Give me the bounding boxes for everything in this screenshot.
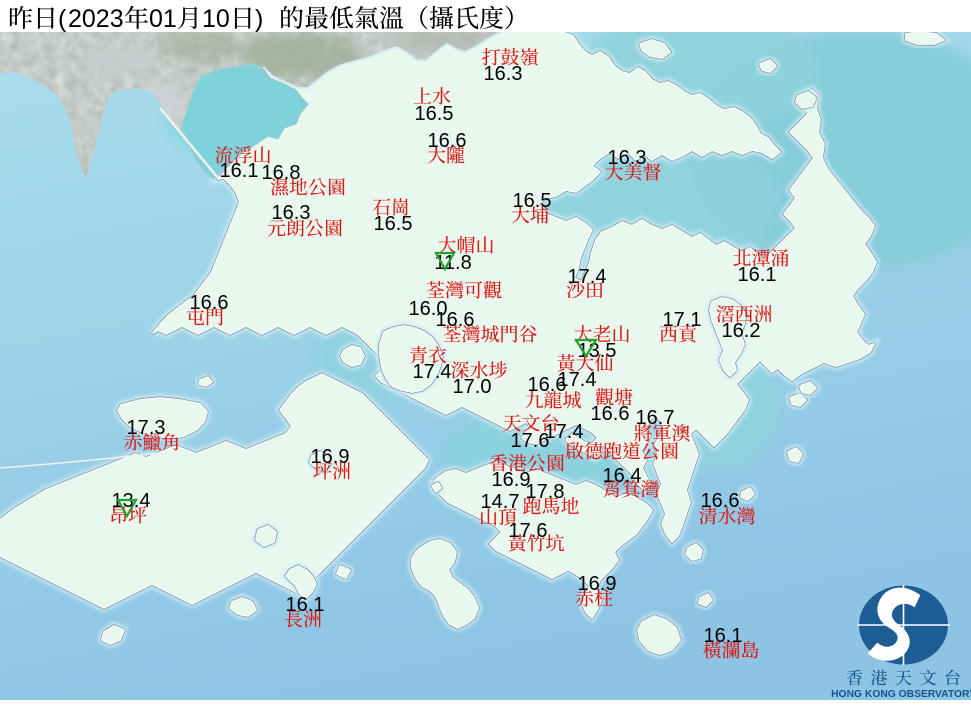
svg-text:01: 01 [149,5,177,33]
svg-text:16.6: 16.6 [190,292,229,314]
svg-text:17.1: 17.1 [663,309,702,331]
svg-text:(: ( [58,5,67,33]
svg-text:16.6: 16.6 [701,490,740,512]
svg-text:14.7: 14.7 [481,491,520,513]
svg-text:16.2: 16.2 [722,320,761,342]
svg-text:16.3: 16.3 [608,147,647,169]
svg-text:17.6: 17.6 [509,520,548,542]
svg-text:16.6: 16.6 [428,130,467,152]
svg-text:16.6: 16.6 [528,374,567,396]
svg-text:16.9: 16.9 [578,573,617,595]
svg-text:16.3: 16.3 [484,63,523,85]
svg-text:17.3: 17.3 [127,417,166,439]
svg-text:16.5: 16.5 [374,213,413,235]
svg-text:): ) [255,5,263,33]
svg-text:16.5: 16.5 [415,103,454,125]
svg-text:HONG KONG OBSERVATORY: HONG KONG OBSERVATORY [831,689,971,700]
svg-text:16.8: 16.8 [262,162,301,184]
svg-text:16.1: 16.1 [704,625,743,647]
svg-text:16.4: 16.4 [603,465,642,487]
svg-text:2023: 2023 [68,5,124,33]
svg-text:16.3: 16.3 [272,202,311,224]
svg-text:16.1: 16.1 [220,160,259,182]
svg-text:10: 10 [202,5,230,33]
svg-text:16.9: 16.9 [311,446,350,468]
svg-text:17.4: 17.4 [568,266,607,288]
svg-text:16.1: 16.1 [286,594,325,616]
svg-text:17.0: 17.0 [453,376,492,398]
svg-text:17.8: 17.8 [526,481,565,503]
svg-text:16.5: 16.5 [513,190,552,212]
svg-text:16.6: 16.6 [436,309,475,331]
svg-text:16.6: 16.6 [591,403,630,425]
svg-text:17.4: 17.4 [545,421,584,443]
svg-text:17.4: 17.4 [413,361,452,383]
svg-text:16.7: 16.7 [636,407,675,429]
svg-text:16.1: 16.1 [738,264,777,286]
